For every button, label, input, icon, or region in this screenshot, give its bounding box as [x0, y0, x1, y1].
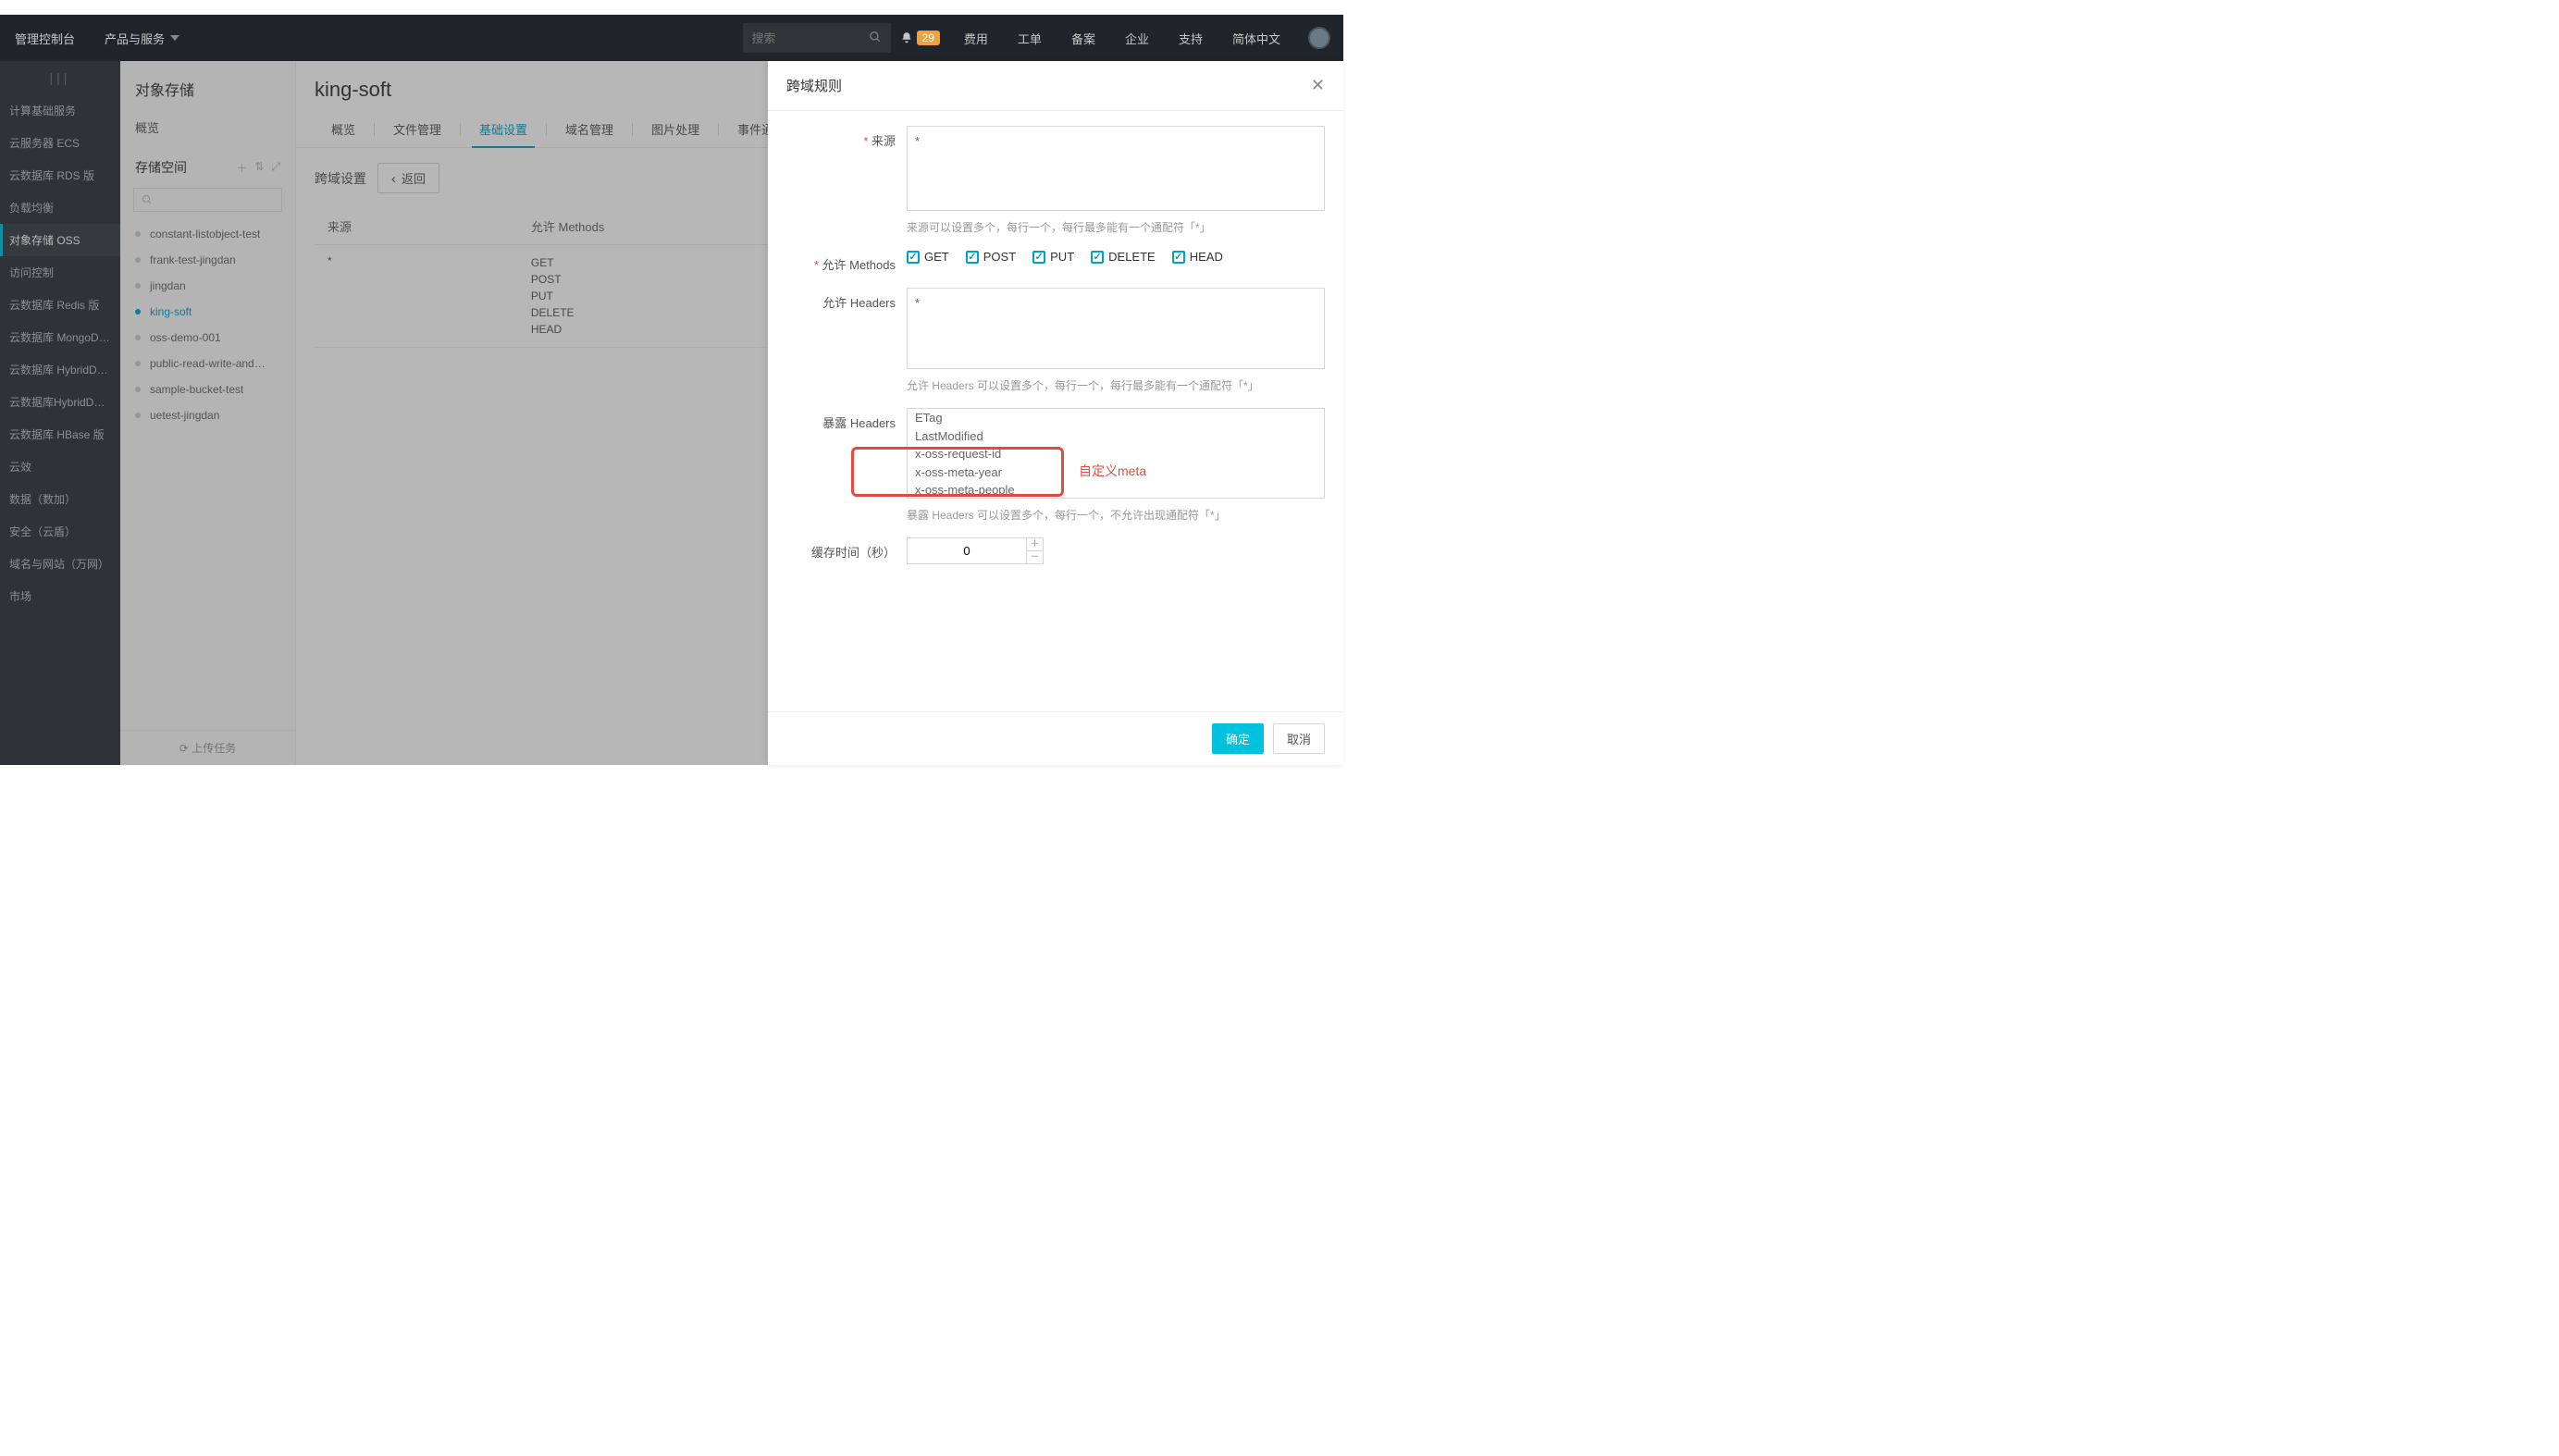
notifications[interactable]: 29 — [891, 31, 949, 45]
step-down-icon[interactable]: － — [1027, 551, 1043, 563]
chevron-down-icon — [170, 35, 179, 41]
checkbox-icon — [1172, 251, 1185, 264]
expose-headers-input[interactable] — [907, 408, 1325, 499]
allow-headers-hint: 允许 Headers 可以设置多个，每行一个，每行最多能有一个通配符「*」 — [907, 377, 1325, 393]
checkbox-icon — [966, 251, 979, 264]
allow-headers-label: 允许 Headers — [786, 288, 907, 402]
products-menu[interactable]: 产品与服务 — [90, 15, 194, 61]
method-checkbox[interactable]: DELETE — [1091, 250, 1156, 264]
method-checkbox[interactable]: GET — [907, 250, 949, 264]
header-link[interactable]: 费用 — [949, 15, 1003, 61]
ok-button[interactable]: 确定 — [1212, 723, 1264, 754]
method-label: DELETE — [1108, 250, 1156, 264]
console-home-link[interactable]: 管理控制台 — [0, 15, 90, 61]
method-label: POST — [983, 250, 1016, 264]
cache-label: 缓存时间（秒） — [786, 537, 907, 564]
source-input[interactable] — [907, 126, 1325, 211]
method-checkbox[interactable]: POST — [966, 250, 1016, 264]
method-checkbox[interactable]: PUT — [1032, 250, 1074, 264]
number-stepper[interactable]: ＋ － — [1027, 537, 1044, 564]
expose-headers-label: 暴露 Headers — [786, 408, 907, 532]
header-link[interactable]: 简体中文 — [1218, 15, 1295, 61]
method-label: PUT — [1050, 250, 1074, 264]
products-label: 产品与服务 — [105, 30, 165, 47]
method-label: GET — [924, 250, 949, 264]
avatar[interactable] — [1308, 27, 1330, 49]
step-up-icon[interactable]: ＋ — [1027, 538, 1043, 551]
browser-chrome — [0, 0, 1343, 15]
method-checkbox[interactable]: HEAD — [1172, 250, 1223, 264]
global-header: 管理控制台 产品与服务 29 费用工单备案企业支持简体中文 — [0, 15, 1343, 61]
annotation-label: 自定义meta — [1079, 462, 1146, 480]
notification-count: 29 — [917, 31, 940, 45]
source-label: 来源 — [786, 126, 907, 244]
header-link[interactable]: 备案 — [1057, 15, 1110, 61]
header-link[interactable]: 支持 — [1164, 15, 1218, 61]
source-hint: 来源可以设置多个，每行一个，每行最多能有一个通配符「*」 — [907, 219, 1325, 235]
methods-label: 允许 Methods — [786, 250, 907, 273]
cache-input[interactable] — [907, 537, 1027, 564]
search-icon[interactable] — [869, 31, 882, 46]
method-label: HEAD — [1190, 250, 1223, 264]
header-link[interactable]: 工单 — [1003, 15, 1057, 61]
console-home-label: 管理控制台 — [15, 30, 75, 47]
bell-icon — [900, 31, 913, 44]
close-icon[interactable]: ✕ — [1311, 76, 1325, 95]
checkbox-icon — [1032, 251, 1045, 264]
allow-headers-input[interactable] — [907, 288, 1325, 369]
cancel-button[interactable]: 取消 — [1273, 723, 1325, 754]
checkbox-icon — [1091, 251, 1104, 264]
expose-headers-hint: 暴露 Headers 可以设置多个，每行一个，不允许出现通配符「*」 — [907, 507, 1325, 523]
global-search[interactable] — [743, 23, 891, 53]
cors-rule-modal: 跨域规则 ✕ 来源 来源可以设置多个，每行一个，每行最多能有一个通配符「*」 允… — [768, 61, 1343, 765]
search-input[interactable] — [752, 31, 869, 45]
header-link[interactable]: 企业 — [1110, 15, 1164, 61]
checkbox-icon — [907, 251, 920, 264]
modal-title: 跨域规则 — [786, 76, 842, 95]
